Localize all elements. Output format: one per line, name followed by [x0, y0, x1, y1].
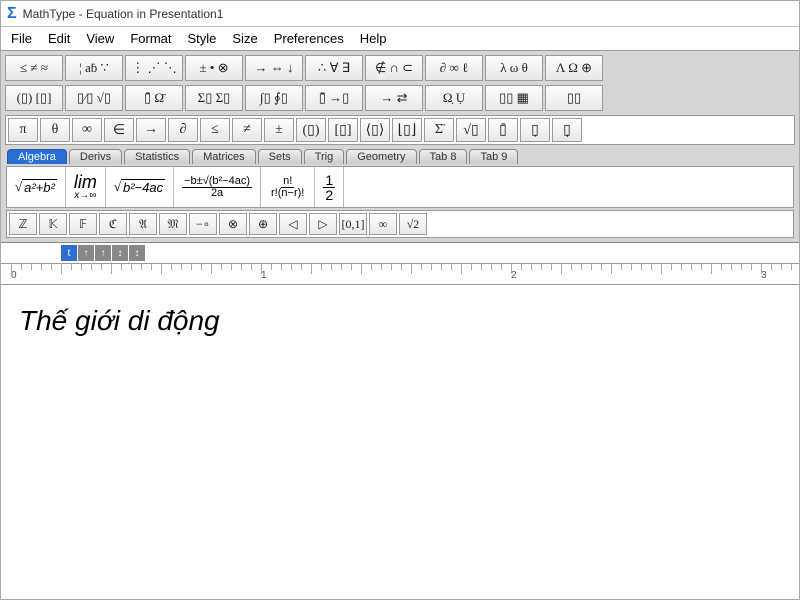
menu-format[interactable]: Format	[130, 31, 171, 46]
symbol-row-1: ≤ ≠ ≈¦ aḃ ∵⋮ ⋰ ⋱± • ⊗→ ⇔ ↓∴ ∀ ∃∉ ∩ ⊂∂ ∞ …	[3, 53, 797, 83]
sym1-8[interactable]: λ ω θ	[485, 55, 543, 81]
sym3-5[interactable]: ∂	[168, 118, 198, 142]
sym3-1[interactable]: θ	[40, 118, 70, 142]
window-title: MathType - Equation in Presentation1	[23, 7, 224, 21]
sym4-6[interactable]: −∘	[189, 213, 217, 235]
sym3-7[interactable]: ≠	[232, 118, 262, 142]
sym2-0[interactable]: (▯) [▯]	[5, 85, 63, 111]
sym1-4[interactable]: → ⇔ ↓	[245, 55, 303, 81]
template-limit[interactable]: limx→∞	[66, 167, 106, 207]
sym1-9[interactable]: Λ Ω ⊕	[545, 55, 603, 81]
tab-sets[interactable]: Sets	[258, 149, 302, 164]
menu-size[interactable]: Size	[232, 31, 257, 46]
template-combination[interactable]: n!r!(n−r)!	[261, 167, 315, 207]
sym3-13[interactable]: Σ̄	[424, 118, 454, 142]
minibar-0[interactable]: t	[61, 245, 77, 261]
sym4-10[interactable]: ▷	[309, 213, 337, 235]
minibar-3[interactable]: ↕	[112, 245, 128, 261]
sym3-2[interactable]: ∞	[72, 118, 102, 142]
tab-trig[interactable]: Trig	[304, 149, 345, 164]
category-tabs: AlgebraDerivsStatisticsMatricesSetsTrigG…	[3, 147, 797, 166]
sym3-15[interactable]: ▯̄	[488, 118, 518, 142]
sym4-8[interactable]: ⊕	[249, 213, 277, 235]
symbol-row-2: (▯) [▯]▯⁄▯ √▯▯̄ Ω̄Σ▯ Σ▯∫▯ ∮▯▯̄ →▯→ ⇄Ω̣ Ụ…	[3, 83, 797, 113]
mini-toolbar: t↑↑↕↕	[1, 243, 799, 263]
sym4-12[interactable]: ∞	[369, 213, 397, 235]
sym4-11[interactable]: [0,1]	[339, 213, 367, 235]
sym4-3[interactable]: ℭ	[99, 213, 127, 235]
sym3-14[interactable]: √▯	[456, 118, 486, 142]
template-quadratic[interactable]: −b±√(b²−4ac)2a	[174, 167, 261, 207]
ruler: 0123	[1, 263, 799, 285]
sym2-6[interactable]: → ⇄	[365, 85, 423, 111]
tab-tab-8[interactable]: Tab 8	[419, 149, 468, 164]
sym2-4[interactable]: ∫▯ ∮▯	[245, 85, 303, 111]
sym1-1[interactable]: ¦ aḃ ∵	[65, 55, 123, 81]
editor-text: Thế giới di động	[19, 305, 220, 336]
tab-tab-9[interactable]: Tab 9	[469, 149, 518, 164]
equation-editor[interactable]: Thế giới di động	[1, 285, 799, 357]
menu-preferences[interactable]: Preferences	[274, 31, 344, 46]
sym4-5[interactable]: 𝔐	[159, 213, 187, 235]
sym3-3[interactable]: ∈	[104, 118, 134, 142]
menu-style[interactable]: Style	[187, 31, 216, 46]
menu-bar: File Edit View Format Style Size Prefere…	[1, 27, 799, 51]
sym4-13[interactable]: √2	[399, 213, 427, 235]
sym1-5[interactable]: ∴ ∀ ∃	[305, 55, 363, 81]
template-half[interactable]: 12	[315, 167, 344, 207]
symbol-row-4: ℤ𝕂𝔽ℭ𝔄𝔐−∘⊗⊕◁▷[0,1]∞√2	[6, 210, 794, 238]
menu-help[interactable]: Help	[360, 31, 387, 46]
sym1-0[interactable]: ≤ ≠ ≈	[5, 55, 63, 81]
sym3-4[interactable]: →	[136, 118, 166, 142]
app-icon: Σ	[7, 5, 17, 23]
menu-file[interactable]: File	[11, 31, 32, 46]
sym3-16[interactable]: ▯̣	[520, 118, 550, 142]
tab-statistics[interactable]: Statistics	[124, 149, 190, 164]
tab-geometry[interactable]: Geometry	[346, 149, 416, 164]
symbol-row-3: πθ∞∈→∂≤≠±(▯)[▯]⟨▯⟩⌊▯⌋Σ̄√▯▯̄▯̣▯̩	[5, 115, 795, 145]
sym4-2[interactable]: 𝔽	[69, 213, 97, 235]
sym4-9[interactable]: ◁	[279, 213, 307, 235]
minibar-2[interactable]: ↑	[95, 245, 111, 261]
toolbars: ≤ ≠ ≈¦ aḃ ∵⋮ ⋰ ⋱± • ⊗→ ⇔ ↓∴ ∀ ∃∉ ∩ ⊂∂ ∞ …	[1, 51, 799, 243]
sym3-17[interactable]: ▯̩	[552, 118, 582, 142]
sym2-7[interactable]: Ω̣ Ụ	[425, 85, 483, 111]
sym2-2[interactable]: ▯̄ Ω̄	[125, 85, 183, 111]
title-bar: Σ MathType - Equation in Presentation1	[1, 1, 799, 27]
sym1-6[interactable]: ∉ ∩ ⊂	[365, 55, 423, 81]
sym3-12[interactable]: ⌊▯⌋	[392, 118, 422, 142]
tab-algebra[interactable]: Algebra	[7, 149, 67, 164]
minibar-4[interactable]: ↕	[129, 245, 145, 261]
sym2-5[interactable]: ▯̄ →▯	[305, 85, 363, 111]
menu-view[interactable]: View	[86, 31, 114, 46]
sym2-9[interactable]: ▯▯	[545, 85, 603, 111]
sym3-6[interactable]: ≤	[200, 118, 230, 142]
minibar-1[interactable]: ↑	[78, 245, 94, 261]
sym3-0[interactable]: π	[8, 118, 38, 142]
menu-edit[interactable]: Edit	[48, 31, 70, 46]
sym2-1[interactable]: ▯⁄▯ √▯	[65, 85, 123, 111]
template-row: √a²+b² limx→∞ √b²−4ac −b±√(b²−4ac)2a n!r…	[6, 166, 794, 208]
sym4-7[interactable]: ⊗	[219, 213, 247, 235]
template-sqrt-sum[interactable]: √a²+b²	[7, 167, 66, 207]
sym4-1[interactable]: 𝕂	[39, 213, 67, 235]
sym1-2[interactable]: ⋮ ⋰ ⋱	[125, 55, 183, 81]
tab-derivs[interactable]: Derivs	[69, 149, 122, 164]
sym4-4[interactable]: 𝔄	[129, 213, 157, 235]
sym2-8[interactable]: ▯▯ ▦	[485, 85, 543, 111]
sym3-9[interactable]: (▯)	[296, 118, 326, 142]
template-discriminant[interactable]: √b²−4ac	[106, 167, 174, 207]
sym3-10[interactable]: [▯]	[328, 118, 358, 142]
template-empty	[344, 167, 793, 207]
sym3-11[interactable]: ⟨▯⟩	[360, 118, 390, 142]
sym1-7[interactable]: ∂ ∞ ℓ	[425, 55, 483, 81]
sym2-3[interactable]: Σ▯ Σ▯	[185, 85, 243, 111]
sym1-3[interactable]: ± • ⊗	[185, 55, 243, 81]
sym3-8[interactable]: ±	[264, 118, 294, 142]
sym4-0[interactable]: ℤ	[9, 213, 37, 235]
tab-matrices[interactable]: Matrices	[192, 149, 256, 164]
